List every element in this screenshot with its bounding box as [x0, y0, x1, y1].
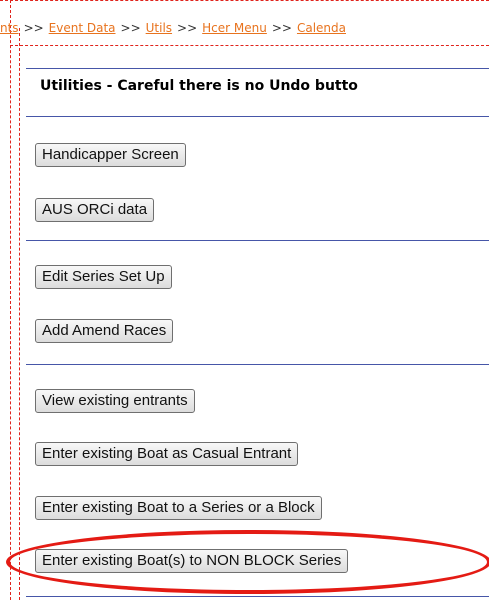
divider — [26, 364, 489, 365]
frame-left-inner-dashed-line — [19, 28, 20, 600]
divider — [26, 596, 489, 597]
breadcrumb-link-utils[interactable]: Utils — [146, 21, 172, 35]
breadcrumb: nts >> Event Data >> Utils >> Hcer Menu >> Calen… — [0, 17, 489, 39]
edit-series-setup-button[interactable]: Edit Series Set Up — [35, 265, 172, 289]
divider — [26, 240, 489, 241]
enter-casual-entrant-button[interactable]: Enter existing Boat as Casual Entrant — [35, 442, 299, 466]
frame-left-outer-dashed-line — [10, 0, 11, 600]
breadcrumb-bottom-dashed-line — [10, 45, 489, 46]
page: nts >> Event Data >> Utils >> Hcer Menu >> Calen… — [0, 0, 489, 600]
breadcrumb-separator: >> — [271, 21, 292, 35]
enter-series-or-block-button[interactable]: Enter existing Boat to a Series or a Blo… — [35, 496, 322, 520]
breadcrumb-link-hcer-menu[interactable]: Hcer Menu — [202, 21, 267, 35]
breadcrumb-separator: >> — [120, 21, 141, 35]
breadcrumb-separator: >> — [23, 21, 44, 35]
frame-top-dashed-line — [0, 0, 489, 1]
panel-top-divider — [26, 68, 489, 69]
handicapper-screen-button[interactable]: Handicapper Screen — [35, 143, 186, 167]
breadcrumb-link-event-data[interactable]: Event Data — [49, 21, 116, 35]
utilities-panel: Utilities - Careful there is no Undo but… — [26, 68, 489, 600]
aus-orci-data-button[interactable]: AUS ORCi data — [35, 198, 155, 222]
breadcrumb-link-events[interactable]: nts — [0, 21, 19, 35]
view-existing-entrants-button[interactable]: View existing entrants — [35, 389, 195, 413]
breadcrumb-separator: >> — [177, 21, 198, 35]
enter-non-block-series-button[interactable]: Enter existing Boat(s) to NON BLOCK Seri… — [35, 549, 349, 573]
add-amend-races-button[interactable]: Add Amend Races — [35, 319, 174, 343]
divider — [26, 116, 489, 117]
breadcrumb-link-calendar[interactable]: Calenda — [297, 21, 346, 35]
panel-title: Utilities - Careful there is no Undo but… — [40, 78, 358, 94]
